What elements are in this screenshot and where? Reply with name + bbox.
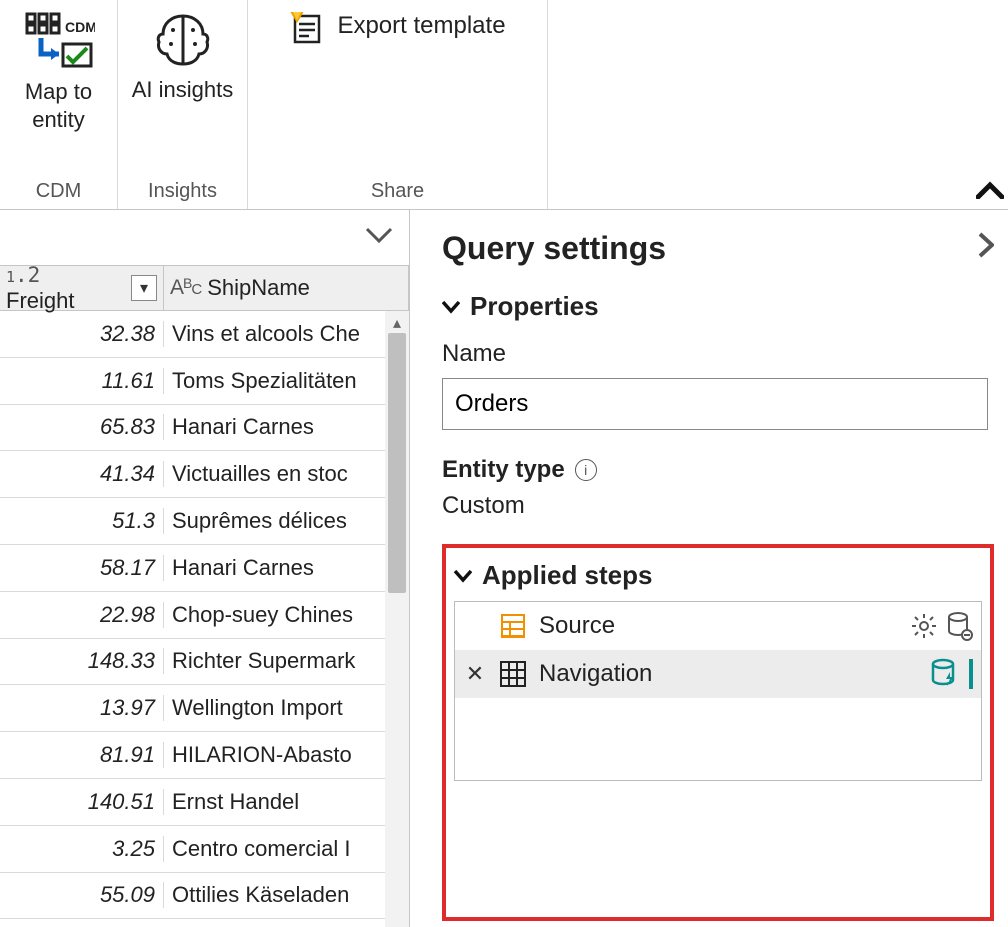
entity-type-label: Entity type bbox=[442, 456, 565, 484]
shipname-dtype-icon: ABC bbox=[170, 276, 201, 300]
table-body: 32.38Vins et alcools Che11.61Toms Spezia… bbox=[0, 311, 409, 919]
column-header-freight[interactable]: 1.2 Freight ▾ bbox=[0, 266, 164, 310]
cell-shipname: Ottilies Käseladen bbox=[164, 882, 409, 908]
cell-shipname: Chop-suey Chines bbox=[164, 602, 409, 628]
cell-shipname: Richter Supermark bbox=[164, 648, 409, 674]
table-row[interactable]: 65.83Hanari Carnes bbox=[0, 405, 409, 452]
svg-text:CDM: CDM bbox=[65, 19, 95, 35]
cell-freight: 41.34 bbox=[0, 461, 164, 487]
applied-steps-header[interactable]: Applied steps bbox=[454, 560, 982, 591]
table-header: 1.2 Freight ▾ ABC ShipName bbox=[0, 266, 409, 311]
source-step-icon bbox=[499, 612, 527, 640]
query-settings-pane: Query settings Properties Name Entity ty… bbox=[410, 210, 1008, 927]
ai-insights-button[interactable]: AI insights bbox=[128, 6, 238, 104]
ribbon-group-cdm-label: CDM bbox=[36, 180, 82, 207]
table-row[interactable]: 51.3Suprêmes délices bbox=[0, 498, 409, 545]
brain-icon bbox=[153, 10, 213, 70]
table-icon bbox=[499, 660, 527, 688]
scroll-thumb[interactable] bbox=[388, 333, 406, 593]
cell-freight: 65.83 bbox=[0, 414, 164, 440]
step-label: Navigation bbox=[539, 660, 652, 688]
data-preview-pane: 1.2 Freight ▾ ABC ShipName 32.38Vins et … bbox=[0, 210, 410, 927]
cell-shipname: HILARION-Abasto bbox=[164, 742, 409, 768]
freight-dtype-icon: 1.2 bbox=[6, 266, 40, 287]
properties-section-header[interactable]: Properties bbox=[442, 291, 994, 322]
entity-type-value: Custom bbox=[442, 492, 994, 520]
table-row[interactable]: 13.97Wellington Import bbox=[0, 685, 409, 732]
table-row[interactable]: 22.98Chop-suey Chines bbox=[0, 592, 409, 639]
export-template-label: Export template bbox=[337, 12, 505, 41]
cell-shipname: Suprêmes délices bbox=[164, 508, 409, 534]
cell-shipname: Vins et alcools Che bbox=[164, 321, 409, 347]
step-label: Source bbox=[539, 612, 615, 640]
map-to-entity-label: Map to entity bbox=[4, 78, 114, 133]
ribbon-group-cdm: CDM Map to entity CDM bbox=[0, 0, 118, 209]
column-header-shipname[interactable]: ABC ShipName bbox=[164, 266, 409, 310]
name-input[interactable] bbox=[442, 378, 988, 430]
vertical-scrollbar[interactable]: ▴ bbox=[385, 311, 409, 927]
ribbon-group-insights-label: Insights bbox=[148, 180, 217, 207]
cell-shipname: Wellington Import bbox=[164, 695, 409, 721]
ribbon-group-insights: AI insights Insights bbox=[118, 0, 248, 209]
query-settings-toggle[interactable] bbox=[978, 232, 994, 266]
query-settings-title: Query settings bbox=[442, 230, 666, 267]
table-row[interactable]: 148.33Richter Supermark bbox=[0, 639, 409, 686]
cell-shipname: Victuailles en stoc bbox=[164, 461, 409, 487]
table-row[interactable]: 3.25Centro comercial I bbox=[0, 826, 409, 873]
applied-step-source[interactable]: Source bbox=[455, 602, 981, 650]
gear-icon[interactable] bbox=[911, 613, 937, 639]
cell-freight: 13.97 bbox=[0, 695, 164, 721]
scroll-up-icon[interactable]: ▴ bbox=[385, 311, 409, 335]
table-row[interactable]: 55.09Ottilies Käseladen bbox=[0, 873, 409, 920]
applied-step-navigation[interactable]: ✕ Navigation bbox=[455, 650, 981, 698]
info-icon[interactable]: i bbox=[575, 459, 597, 481]
cell-shipname: Hanari Carnes bbox=[164, 555, 409, 581]
export-template-button[interactable]: Export template bbox=[281, 8, 513, 48]
table-row[interactable]: 32.38Vins et alcools Che bbox=[0, 311, 409, 358]
table-row[interactable]: 41.34Victuailles en stoc bbox=[0, 451, 409, 498]
ribbon-group-share: Export template Share bbox=[248, 0, 548, 209]
cell-freight: 148.33 bbox=[0, 648, 164, 674]
map-to-entity-button[interactable]: CDM Map to entity bbox=[4, 6, 114, 133]
shipname-header-label: ShipName bbox=[207, 275, 310, 301]
applied-steps-highlight: Applied steps Source bbox=[442, 544, 994, 921]
ribbon-group-share-label: Share bbox=[371, 180, 424, 207]
table-row[interactable]: 140.51Ernst Handel bbox=[0, 779, 409, 826]
cell-freight: 22.98 bbox=[0, 602, 164, 628]
cell-shipname: Centro comercial I bbox=[164, 836, 409, 862]
database-bolt-icon[interactable] bbox=[931, 658, 959, 690]
data-table: 1.2 Freight ▾ ABC ShipName 32.38Vins et … bbox=[0, 266, 409, 927]
delete-step-button[interactable]: ✕ bbox=[463, 661, 487, 687]
cell-freight: 81.91 bbox=[0, 742, 164, 768]
cell-freight: 51.3 bbox=[0, 508, 164, 534]
cell-freight: 58.17 bbox=[0, 555, 164, 581]
export-template-icon bbox=[289, 10, 325, 46]
name-label: Name bbox=[442, 340, 994, 368]
cell-freight: 140.51 bbox=[0, 789, 164, 815]
body: 1.2 Freight ▾ ABC ShipName 32.38Vins et … bbox=[0, 210, 1008, 927]
cell-freight: 32.38 bbox=[0, 321, 164, 347]
chevron-down-icon bbox=[442, 300, 460, 314]
table-row[interactable]: 81.91HILARION-Abasto bbox=[0, 732, 409, 779]
cell-freight: 11.61 bbox=[0, 368, 164, 394]
freight-header-label: Freight bbox=[6, 288, 74, 313]
map-to-entity-icon: CDM bbox=[23, 10, 95, 72]
cell-shipname: Ernst Handel bbox=[164, 789, 409, 815]
ribbon-collapse-button[interactable] bbox=[976, 175, 1004, 205]
database-minus-icon[interactable] bbox=[947, 611, 973, 641]
cell-freight: 55.09 bbox=[0, 882, 164, 908]
cell-shipname: Toms Spezialitäten bbox=[164, 368, 409, 394]
applied-steps-list: Source bbox=[454, 601, 982, 781]
ribbon: CDM Map to entity CDM AI insights bbox=[0, 0, 1008, 210]
chevron-down-icon bbox=[454, 569, 472, 583]
formula-bar[interactable] bbox=[0, 210, 409, 266]
formula-bar-expand-icon[interactable] bbox=[365, 220, 393, 252]
table-row[interactable]: 11.61Toms Spezialitäten bbox=[0, 358, 409, 405]
table-row[interactable]: 58.17Hanari Carnes bbox=[0, 545, 409, 592]
ai-insights-label: AI insights bbox=[132, 76, 234, 104]
freight-filter-button[interactable]: ▾ bbox=[131, 275, 157, 301]
cell-shipname: Hanari Carnes bbox=[164, 414, 409, 440]
cell-freight: 3.25 bbox=[0, 836, 164, 862]
